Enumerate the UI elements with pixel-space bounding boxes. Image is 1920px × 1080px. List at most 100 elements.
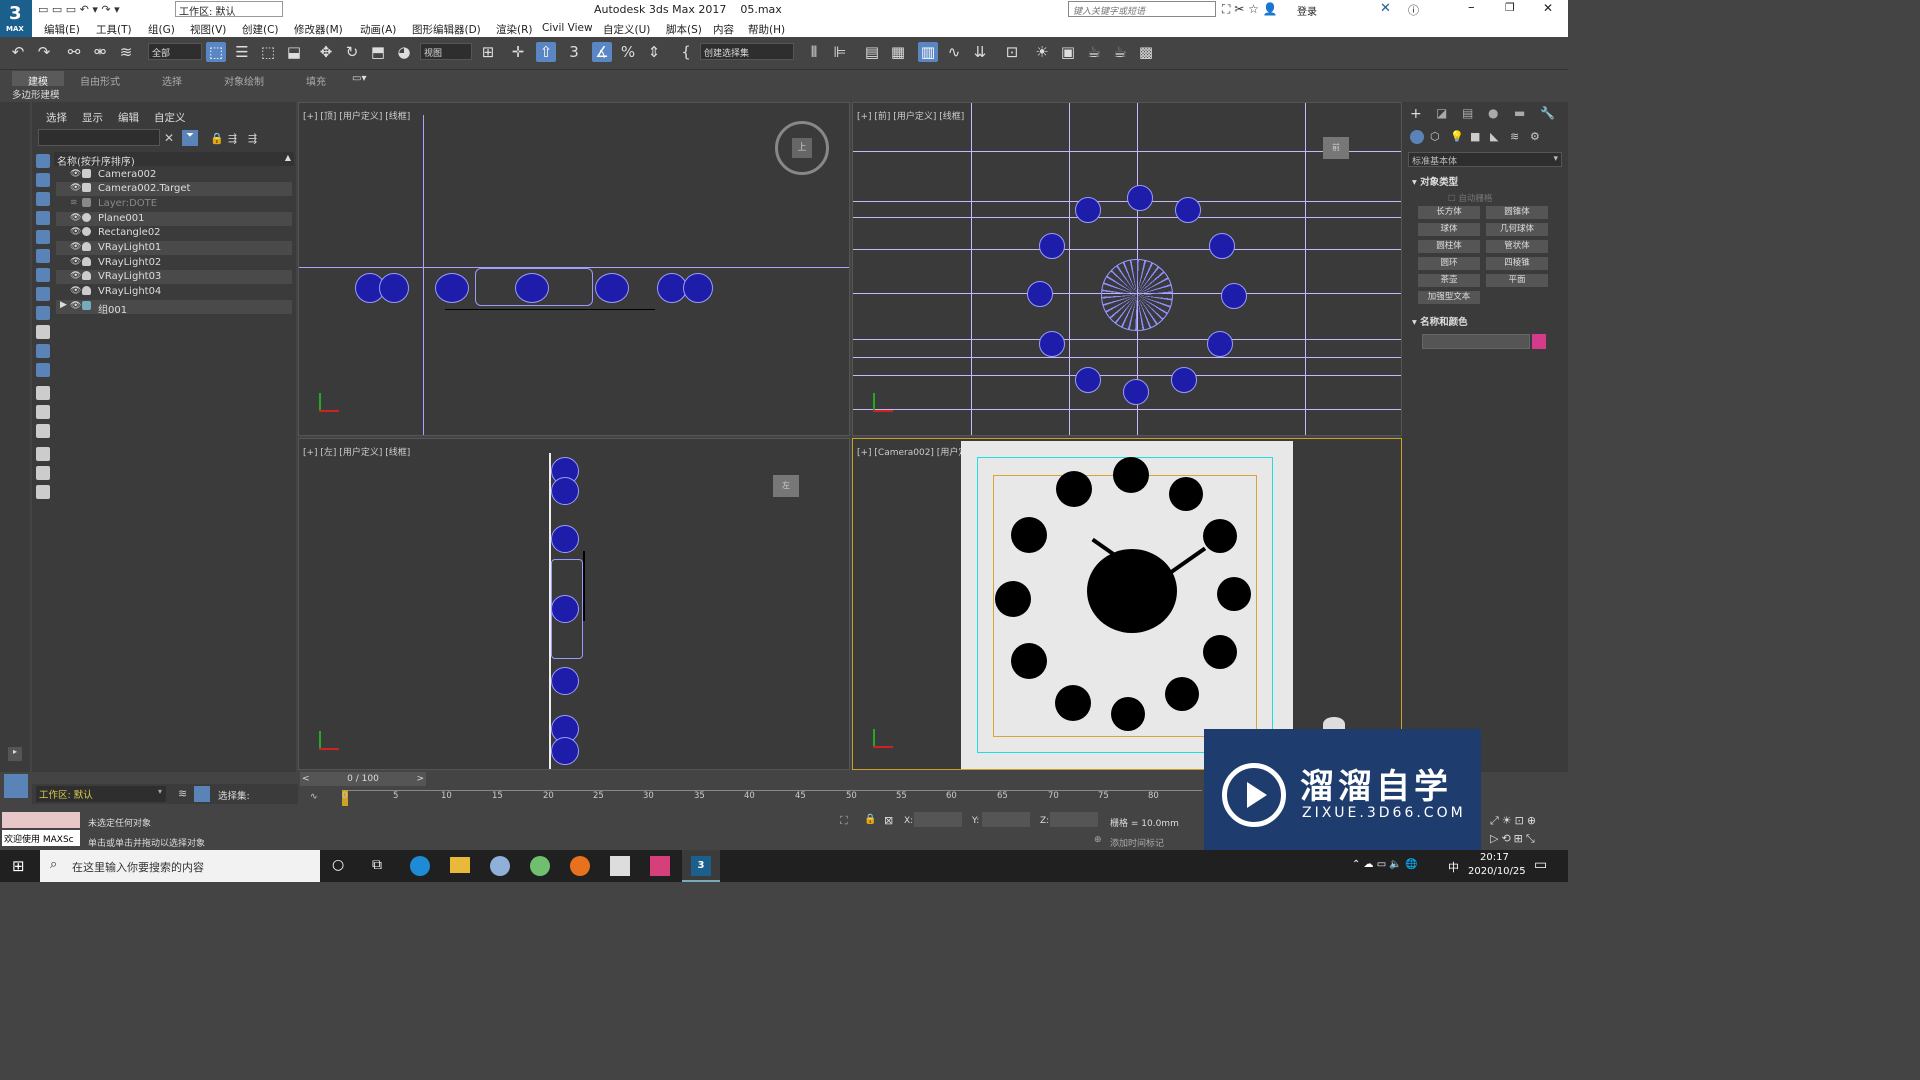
link-icon[interactable]: ⚯ [64,42,84,62]
maxscript-mini-listener[interactable]: 欢迎使用 MAXSc [2,830,80,846]
sphere-button[interactable]: 球体 [1418,223,1480,236]
filter-spacewarps-icon[interactable] [36,249,50,263]
pivot-icon[interactable]: ⊞ [478,42,498,62]
filter-frozen-icon[interactable] [36,344,50,358]
display-all-icon[interactable] [36,386,50,400]
clock-date[interactable]: 2020/10/25 [1468,866,1526,877]
spacewarps-icon[interactable]: ≋ [1510,130,1519,143]
search-tools-icons[interactable]: ⛶ ✂ ☆ 👤 [1222,2,1278,17]
scene-item[interactable]: 👁 VRayLight01 [56,241,292,255]
expand-icon[interactable]: ▶ [60,300,67,310]
filter-geometry-icon[interactable] [36,154,50,168]
geosphere-button[interactable]: 几何球体 [1486,223,1548,236]
eye-icon[interactable]: 👁 [70,213,81,223]
clear-icon[interactable]: ✕ [164,131,174,145]
funnel-icon[interactable] [36,466,50,480]
help-icon[interactable]: ⓘ [1408,2,1419,18]
autogrid-checkbox[interactable]: ☐ 自动栅格 [1448,192,1492,204]
rect-selection-icon[interactable]: ⬚ [258,42,278,62]
category-dropdown[interactable]: 标准基本体 ▾ [1408,152,1562,167]
filter-containers-icon[interactable] [36,325,50,339]
app-logo[interactable]: 3 MAX [0,0,32,37]
chevron-down-icon[interactable]: ▾ [158,787,162,796]
textplus-button[interactable]: 加强型文本 [1418,291,1480,304]
3dsmax-taskbar-icon[interactable]: 3 [682,850,720,882]
manipulate-icon[interactable]: ✛ [508,42,528,62]
scene-tab-customize[interactable]: 自定义 [154,110,186,125]
viewport-front[interactable]: [+] [前] [用户定义] [线框] 前 [852,102,1402,436]
render-setup-icon[interactable]: ☀ [1032,42,1052,62]
render-frame-icon[interactable]: ▣ [1058,42,1078,62]
select-object-icon[interactable]: ⬚ [206,42,226,62]
invert-icon[interactable] [36,424,50,438]
x-field[interactable] [914,812,962,827]
menu-civil-view[interactable]: Civil View [542,22,593,34]
object-color-swatch[interactable] [1532,334,1546,349]
add-time-tag[interactable]: 添加时间标记 [1110,836,1164,849]
scene-item[interactable]: ▶ 👁 组001 [56,300,292,316]
scene-item[interactable]: ≋ Layer:DOTE [56,197,292,211]
box-button[interactable]: 长方体 [1418,206,1480,219]
viewcube[interactable]: 前 [1323,137,1349,159]
selection-filter-dropdown[interactable]: 全部 [148,43,202,60]
filter-lights-icon[interactable] [36,192,50,206]
viewport-nav-icons[interactable]: ⤢☀⊡⊕ [1490,814,1539,828]
time-slider[interactable]: <0 / 100 > [300,772,426,786]
menu-help[interactable]: 帮助(H) [748,22,785,37]
layer-explorer-icon[interactable]: ▤ [862,42,882,62]
menu-tools[interactable]: 工具(T) [96,22,132,37]
viewcube[interactable]: 上 [775,121,829,175]
restore-icon[interactable]: ❐ [1505,1,1515,14]
unlink-icon[interactable]: ⚮ [90,42,110,62]
workspace-selector[interactable]: 工作区: 默认 [36,786,166,802]
lights-icon[interactable]: 💡 [1450,130,1464,143]
layer-icon[interactable]: ⇶ [248,132,257,145]
place-icon[interactable]: ◕ [394,42,414,62]
filter-shapes-icon[interactable] [36,173,50,187]
maxscript-listener-pink[interactable] [2,812,80,828]
tube-button[interactable]: 管状体 [1486,240,1548,253]
geometry-icon[interactable] [1410,130,1424,144]
track-bar[interactable] [342,790,1202,791]
quick-access-icons[interactable]: ▭ ▭ ▭ ↶ ▾ ↷ ▾ [38,3,120,16]
menu-modifiers[interactable]: 修改器(M) [294,22,343,37]
snap-icon[interactable]: 3 [564,42,584,62]
scene-item[interactable]: 👁 Rectangle02 [56,226,292,240]
plane-button[interactable]: 平面 [1486,274,1548,287]
file-explorer-icon[interactable] [450,857,470,873]
cone-button[interactable]: 圆锥体 [1486,206,1548,219]
menu-group[interactable]: 组(G) [148,22,175,37]
rollout-object-type[interactable]: ▾ 对象类型 [1412,174,1458,188]
app-icon[interactable] [530,856,550,876]
app-icon[interactable] [490,856,510,876]
viewport-nav-icons-2[interactable]: ▷⟲⊞⤡ [1490,832,1538,846]
cortana-icon[interactable]: ○ [332,857,344,873]
create-tab-icon[interactable]: + [1410,106,1422,122]
eye-icon[interactable]: 👁 [70,183,81,193]
layers-icon[interactable]: ≋ [178,787,187,800]
redo-icon[interactable]: ↷ [34,42,54,62]
scene-item[interactable]: 👁 Camera002 [56,168,292,182]
filter-hidden-icon[interactable] [36,363,50,377]
edge-icon[interactable] [410,856,430,876]
hierarchy-tab-icon[interactable]: ▤ [1462,106,1473,120]
shapes-icon[interactable]: ⬡ [1430,130,1440,143]
viewport-camera[interactable]: [+] [Camera002] [用户定义] [默认明暗处理] <<已禁用>> [852,438,1402,770]
spinner-snap-icon[interactable]: ⇕ [644,42,664,62]
task-view-icon[interactable]: ⧉ [372,857,382,873]
notification-icon[interactable]: ▭ [1534,857,1547,873]
scene-item[interactable]: 👁 VRayLight03 [56,270,292,284]
scene-explorer-icon[interactable]: ▥ [918,42,938,62]
scene-item[interactable]: 👁 VRayLight02 [56,256,292,270]
rollout-name-color[interactable]: ▾ 名称和颜色 [1412,314,1468,328]
scene-item[interactable]: 👁 VRayLight04 [56,285,292,299]
workspace-dropdown[interactable]: 工作区: 默认 [175,1,283,18]
filter-bones-icon[interactable] [36,306,50,320]
named-selection-dropdown[interactable]: 创建选择集 [700,43,794,60]
viewcube[interactable]: 左 [773,475,799,497]
eye-icon[interactable]: 👁 [70,257,81,267]
teapot-button[interactable]: 茶壶 [1418,274,1480,287]
close-icon[interactable]: ✕ [1543,1,1553,15]
search-input[interactable]: 键入关键字或短语 [1068,1,1216,17]
rotate-icon[interactable]: ↻ [342,42,362,62]
